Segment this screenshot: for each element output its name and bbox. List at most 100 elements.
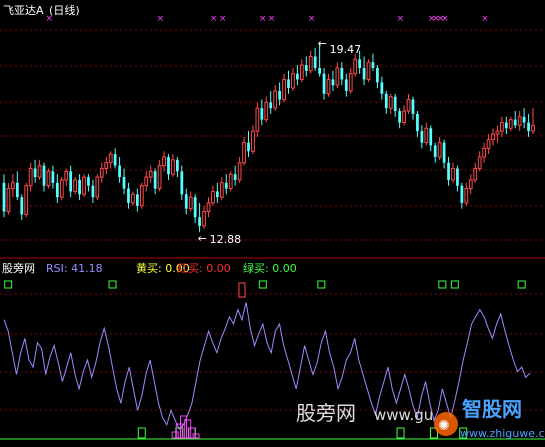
candle-body [513,119,517,126]
candle-body [491,133,495,141]
signal-marker-icon: × [219,14,227,24]
candle-body [73,179,78,192]
red-buy-label: 红买: 0.00 [177,262,231,275]
candle-body [28,167,33,187]
rsi-value-label: RSI: 41.18 [46,262,103,275]
candle-body [184,194,188,209]
low-arrow-icon: ← [198,232,207,245]
candle-body [46,170,51,187]
candle-body [224,182,228,189]
candle-body [55,182,59,198]
candle-body [153,171,157,189]
candle-body [139,185,144,207]
watermark-site-name-2: 智股网 [462,397,522,421]
candle-body [51,171,55,183]
candle-body [486,139,491,149]
candle-body [278,90,281,100]
candle-body [416,113,419,132]
candle-body [304,65,308,71]
candle-body [282,78,286,101]
low-price-label: 12.88 [210,233,242,246]
chart-period: (日线) [49,3,80,17]
candle-body [216,191,219,198]
candle-body [269,102,273,109]
candle-body [6,188,11,213]
candle-body [340,67,344,80]
candle-body [531,124,535,132]
candle-body [127,188,130,203]
candle-body [456,168,459,186]
high-arrow-icon: ← [318,37,327,50]
candle-body [59,179,64,198]
indicator-title[interactable]: 股旁网 [2,261,35,275]
candle-body [384,93,388,109]
signal-marker-icon: × [441,14,449,24]
candle-body [228,173,233,190]
candle-body [131,193,135,204]
candle-body [358,59,362,68]
candle-body [95,176,100,198]
candle-body [211,190,215,204]
candle-body [193,197,197,218]
candle-body [255,107,260,132]
candle-body [188,196,193,210]
candle-body [78,179,81,195]
candle-body [380,82,384,94]
candle-body [69,171,73,192]
candle-body [264,101,269,121]
low-annotation: ← 12.88 [198,232,242,246]
candle-body [82,176,86,195]
candle-body [175,159,179,172]
candle-body [348,73,353,92]
candle-body [15,182,19,198]
candle-body [420,131,424,143]
candle-body [451,167,455,181]
candle-body [104,162,109,169]
candle-body [108,153,113,164]
candle-body [393,96,397,112]
watermark-url: www.gu [374,406,433,424]
candle-body [99,167,104,178]
candle-body [296,73,299,80]
signal-marker-icon: × [397,14,405,24]
candle-body [313,56,317,68]
watermark-url-2: www.zhiguwe.com [460,427,545,440]
candle-body [162,156,166,167]
candle-body [353,58,358,75]
candle-body [429,128,433,146]
candle-body [308,55,313,72]
candle-body [362,67,366,80]
candle-body [20,197,24,215]
candle-body [411,99,415,114]
candle-body [433,145,437,157]
stock-title[interactable]: 飞亚达A (日线) [3,3,80,17]
candle-body [326,78,331,95]
candle-body [287,79,290,89]
watermark-site-name: 股旁网 [296,401,356,425]
candle-body [504,122,508,129]
candle-body [171,159,175,175]
candle-body [167,156,170,175]
signal-marker-icon: × [157,14,165,24]
candle-body [517,116,522,126]
candle-body [424,127,429,144]
candle-body [11,182,15,190]
candle-body [135,194,139,206]
candle-body [299,64,304,80]
candle-body [398,111,402,123]
candle-body [388,96,393,109]
candle-body [477,156,482,169]
candle-body [237,162,242,181]
candle-body [37,165,42,178]
candle-body [371,62,375,68]
candle-body [42,165,46,186]
candle-body [273,90,278,109]
candle-body [482,147,486,158]
candle-body [251,130,255,152]
zhigu-logo-glyph: ✺ [438,418,450,434]
candle-body [242,142,246,164]
chart-canvas[interactable]: ×××××××××××××× 飞亚达A (日线) ← 19.47 ← 12.88… [0,0,545,443]
candle-body [202,211,206,227]
candle-body [500,122,504,132]
candle-body [464,188,469,204]
